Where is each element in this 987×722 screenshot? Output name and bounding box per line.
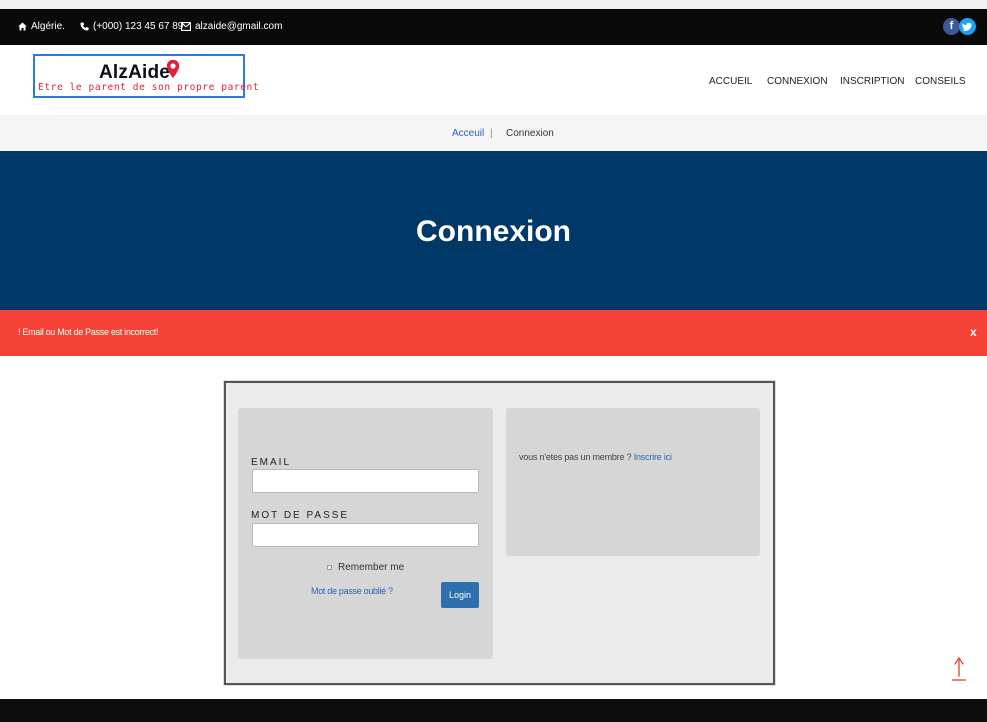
footer (0, 699, 987, 722)
arrow-up-icon[interactable] (951, 656, 967, 682)
page-title: Connexion (416, 215, 571, 248)
alert-message: ! Email ou Mot de Passe est incorrect! (18, 327, 159, 337)
twitter-icon[interactable] (959, 18, 976, 35)
top-bar: Algérie. (+000) 123 45 67 89 alzaide@gma… (0, 9, 987, 45)
email-field[interactable] (252, 469, 479, 493)
mail-icon (181, 22, 191, 31)
breadcrumb-separator: | (490, 128, 493, 139)
remember-checkbox[interactable] (327, 565, 332, 570)
logo[interactable]: AlzAide Etre le parent de son propre par… (33, 54, 259, 98)
email-text[interactable]: alzaide@gmail.com (195, 21, 282, 32)
nav-item-conseils[interactable]: CONSEILS (915, 76, 966, 87)
breadcrumb: Acceuil | Connexion (0, 115, 987, 151)
password-field[interactable] (252, 523, 479, 547)
map-pin-icon (166, 59, 180, 78)
remember-me[interactable]: Remember me (327, 562, 404, 573)
home-icon (18, 22, 27, 31)
login-button[interactable]: Login (441, 582, 479, 608)
breadcrumb-current: Connexion (506, 128, 554, 139)
nav-item-accueil[interactable]: ACCUEIL (709, 76, 752, 87)
alert-close-button[interactable]: x (970, 325, 977, 339)
register-link[interactable]: Inscrire ici (634, 452, 672, 462)
page: Algérie. (+000) 123 45 67 89 alzaide@gma… (0, 0, 987, 722)
nav-item-inscription[interactable]: INSCRIPTION (840, 76, 904, 87)
register-prompt: vous n'etes pas un membre ? Inscrire ici (519, 452, 672, 462)
email-label: EMAIL (251, 457, 292, 468)
browser-strip (0, 0, 987, 9)
phone-info: (+000) 123 45 67 89 (80, 21, 183, 32)
phone-text: (+000) 123 45 67 89 (93, 21, 184, 32)
register-prompt-text: vous n'etes pas un membre ? (519, 452, 632, 462)
location-text: Algérie. (31, 21, 65, 32)
phone-icon (80, 22, 89, 31)
location-info: Algérie. (18, 21, 65, 32)
logo-title: AlzAide (99, 62, 171, 83)
facebook-icon[interactable]: f (943, 18, 960, 35)
nav-item-connexion[interactable]: CONNEXION (767, 76, 828, 87)
site-header: AlzAide Etre le parent de son propre par… (0, 45, 987, 115)
error-alert: ! Email ou Mot de Passe est incorrect! x (0, 310, 987, 356)
hero-banner: Connexion (0, 151, 987, 310)
email-info: alzaide@gmail.com (181, 21, 282, 32)
logo-tagline: Etre le parent de son propre parent (38, 82, 260, 93)
forgot-password-link[interactable]: Mot de passe oublié ? (311, 586, 393, 596)
breadcrumb-home[interactable]: Acceuil (452, 128, 484, 139)
password-label: MOT DE PASSE (251, 510, 350, 521)
remember-label: Remember me (338, 562, 405, 573)
register-panel (506, 408, 760, 556)
